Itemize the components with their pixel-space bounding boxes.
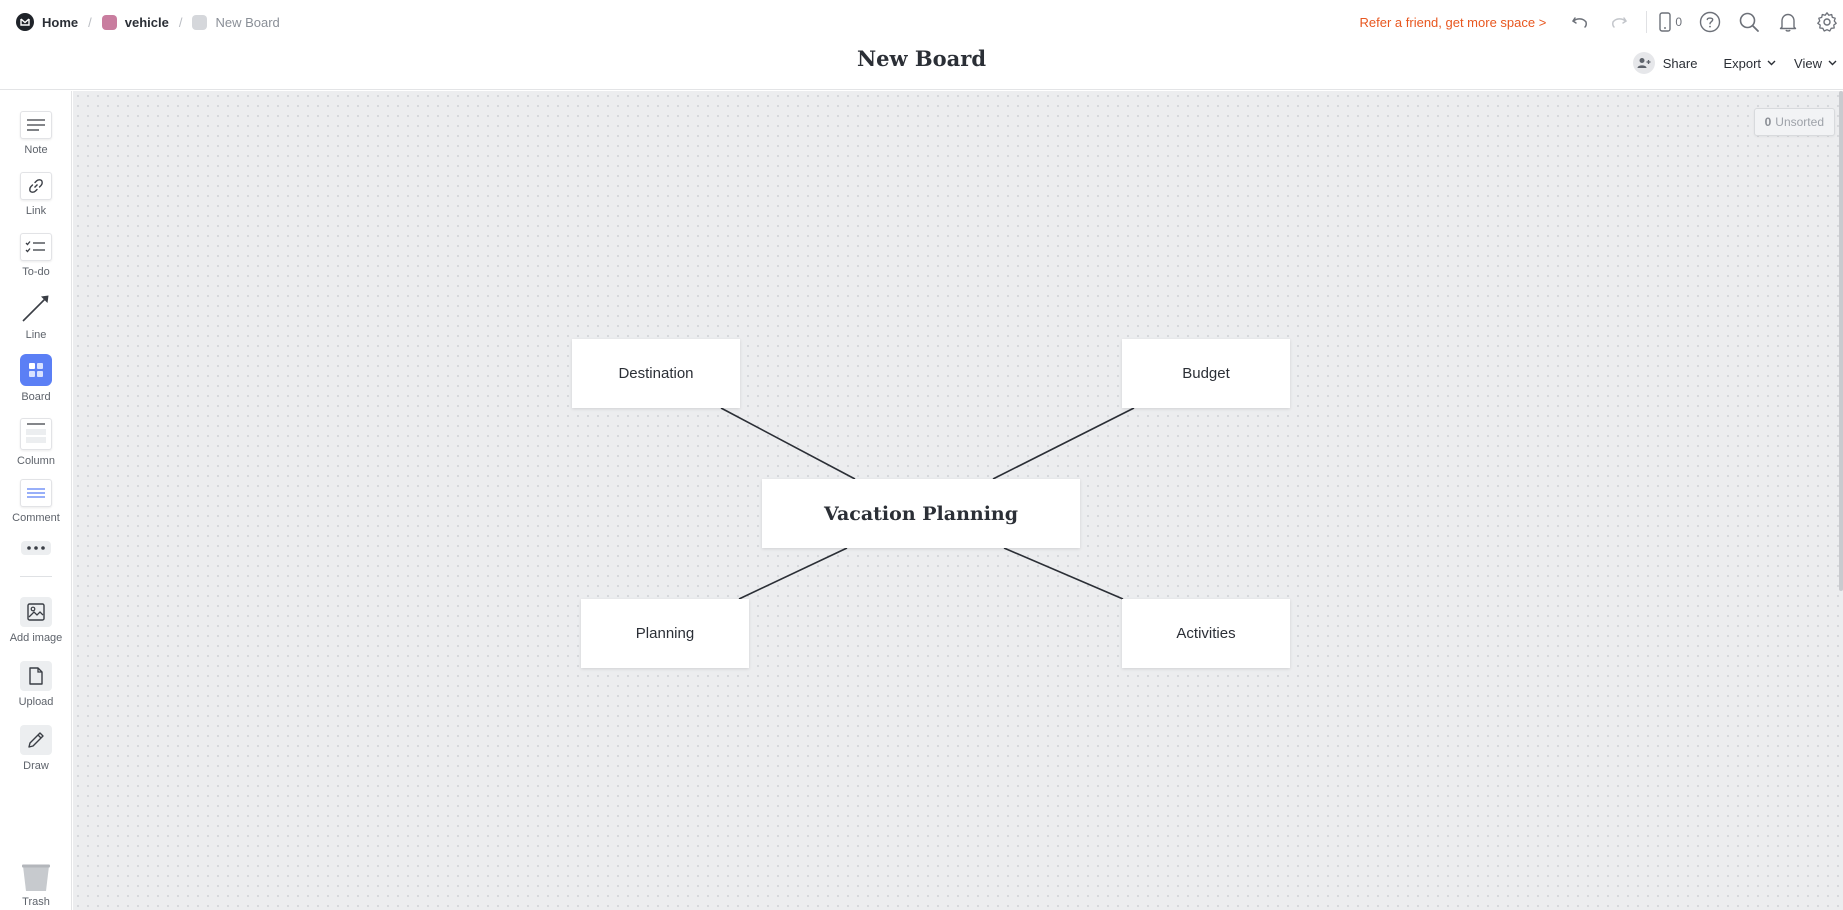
- board-color-swatch: [192, 14, 208, 30]
- link-icon: [20, 172, 52, 200]
- export-dropdown[interactable]: Export: [1723, 56, 1776, 71]
- chevron-down-icon: [1767, 60, 1776, 66]
- tool-label: Add image: [9, 632, 63, 644]
- search-icon[interactable]: [1735, 8, 1763, 36]
- column-icon: [20, 418, 52, 450]
- toolbar-divider: [1646, 11, 1648, 33]
- mobile-device-icon: [1659, 12, 1672, 32]
- note-card-text: Planning: [635, 625, 695, 642]
- tool-draw[interactable]: Draw: [0, 725, 72, 772]
- connector-line-destination[interactable]: [720, 407, 856, 480]
- note-card-planning[interactable]: Planning: [581, 599, 749, 668]
- tool-label: Board: [21, 391, 51, 403]
- refer-friend-link[interactable]: Refer a friend, get more space >: [1360, 15, 1547, 30]
- breadcrumb-home[interactable]: Home: [16, 13, 78, 31]
- share-button[interactable]: Share: [1632, 52, 1698, 74]
- connector-line-budget[interactable]: [992, 407, 1135, 480]
- app-logo-icon: [16, 13, 34, 31]
- top-bar: Home / vehicle / New Board New Board Ref…: [0, 0, 1843, 90]
- page-title-wrap: New Board: [0, 46, 1843, 71]
- note-card-destination[interactable]: Destination: [572, 339, 740, 408]
- board-actions: Share Export View: [1632, 52, 1837, 74]
- help-icon[interactable]: [1696, 8, 1724, 36]
- redo-icon[interactable]: [1605, 8, 1633, 36]
- tool-todo[interactable]: To-do: [0, 233, 72, 278]
- board-canvas[interactable]: 0 Unsorted Destination Budget Vacation P…: [73, 91, 1843, 910]
- note-card-text: Activities: [1176, 625, 1236, 642]
- note-card-heading: Vacation Planning: [823, 502, 1019, 525]
- page-title[interactable]: New Board: [857, 46, 986, 71]
- toolbar-separator: [20, 576, 52, 577]
- settings-gear-icon[interactable]: [1813, 8, 1841, 36]
- tool-label: Line: [25, 329, 47, 341]
- tool-label: Column: [17, 455, 55, 467]
- undo-icon[interactable]: [1566, 8, 1594, 36]
- tool-link[interactable]: Link: [0, 172, 72, 217]
- image-icon: [20, 597, 52, 627]
- note-icon: [20, 111, 52, 139]
- add-person-icon: [1632, 52, 1655, 74]
- tool-upload[interactable]: Upload: [0, 661, 72, 708]
- connector-line-planning[interactable]: [738, 547, 848, 600]
- device-sync-button[interactable]: 0: [1659, 12, 1682, 32]
- breadcrumb-home-label: Home: [42, 14, 79, 30]
- tool-add-image[interactable]: Add image: [0, 597, 72, 644]
- workspace-color-swatch: [101, 14, 117, 30]
- tool-board[interactable]: Board: [0, 354, 72, 403]
- comment-icon: [20, 479, 52, 507]
- board-icon: [20, 354, 52, 386]
- connector-line-activities[interactable]: [1003, 547, 1124, 600]
- note-card-vacation-planning[interactable]: Vacation Planning: [762, 479, 1080, 548]
- breadcrumb-board[interactable]: New Board: [192, 14, 280, 30]
- note-card-text: Budget: [1182, 365, 1230, 382]
- export-label: Export: [1723, 55, 1762, 71]
- line-icon: [20, 292, 52, 324]
- tool-label: Draw: [23, 760, 49, 772]
- todo-icon: [20, 233, 52, 261]
- tool-comment[interactable]: Comment: [0, 479, 72, 524]
- view-dropdown[interactable]: View: [1794, 56, 1837, 71]
- breadcrumb-workspace-label: vehicle: [124, 14, 169, 30]
- chevron-down-icon: [1828, 60, 1837, 66]
- tool-label: Link: [25, 205, 47, 217]
- left-toolbar: Note Link To-do Line Board Column Commen…: [0, 91, 72, 910]
- breadcrumb: Home / vehicle / New Board: [16, 12, 280, 32]
- view-label: View: [1794, 55, 1822, 71]
- note-card-activities[interactable]: Activities: [1122, 599, 1290, 668]
- tool-note[interactable]: Note: [0, 111, 72, 156]
- top-right-controls: Refer a friend, get more space > 0: [1360, 8, 1843, 36]
- device-count: 0: [1675, 15, 1682, 29]
- tool-more[interactable]: [0, 541, 72, 555]
- tool-label: Upload: [18, 696, 54, 708]
- tool-label: Trash: [22, 896, 50, 908]
- trash-icon: [20, 863, 52, 893]
- upload-icon: [20, 661, 52, 691]
- tool-trash[interactable]: Trash: [0, 863, 72, 908]
- tool-label: Comment: [12, 512, 60, 524]
- share-label: Share: [1662, 55, 1698, 71]
- note-card-text: Destination: [618, 365, 694, 382]
- tool-label: To-do: [22, 266, 50, 278]
- breadcrumb-workspace[interactable]: vehicle: [101, 14, 169, 30]
- breadcrumb-separator: /: [88, 14, 92, 30]
- notification-bell-icon[interactable]: [1774, 8, 1802, 36]
- tool-line[interactable]: Line: [0, 292, 72, 341]
- pencil-icon: [20, 725, 52, 755]
- more-icon: [21, 541, 51, 555]
- tool-column[interactable]: Column: [0, 418, 72, 467]
- breadcrumb-board-label: New Board: [215, 14, 280, 30]
- tool-label: Note: [24, 144, 48, 156]
- breadcrumb-separator: /: [178, 14, 183, 30]
- note-card-budget[interactable]: Budget: [1122, 339, 1290, 408]
